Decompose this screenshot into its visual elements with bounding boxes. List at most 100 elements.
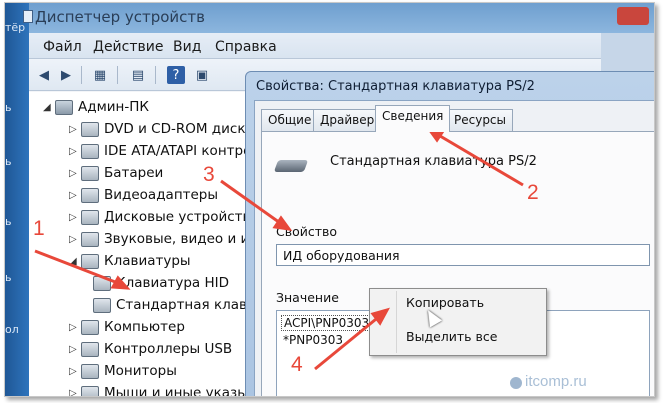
toolbar-separator	[155, 66, 156, 84]
properties-icon[interactable]: ▤	[129, 66, 147, 84]
property-label: Свойство	[276, 224, 338, 239]
tree-item[interactable]: ▷ Звуковые, видео и игр	[69, 228, 265, 250]
desktop-label: ь	[5, 215, 12, 228]
expand-arrow-icon[interactable]: ▷	[69, 366, 81, 377]
expand-arrow-icon[interactable]: ▷	[69, 146, 81, 157]
view-icon[interactable]: ▣	[193, 66, 211, 84]
tree-item-label: Клавиатура HID	[116, 275, 230, 291]
collapse-arrow-icon[interactable]: ◢	[69, 256, 81, 267]
tab-general[interactable]: Общие	[261, 109, 319, 131]
tree-item-label: Звуковые, видео и игр	[104, 231, 265, 247]
tree-item[interactable]: ▷ Видеоадаптеры	[69, 184, 218, 206]
property-select-value: ИД оборудования	[283, 248, 400, 263]
dvd-drive-icon	[81, 121, 99, 137]
computer-icon	[55, 99, 73, 115]
photo-frame: тёр ь ь ь ь ол Диспетчер устройств Файл …	[4, 2, 655, 397]
disk-drive-icon	[81, 209, 99, 225]
property-select[interactable]: ИД оборудования	[276, 244, 650, 266]
value-item[interactable]: *PNP0303	[283, 333, 343, 347]
tree-item[interactable]: ▷ DVD и CD-ROM дисково	[69, 118, 270, 140]
value-item[interactable]: ACPI\PNP0303	[281, 315, 373, 331]
watermark: itcomp.ru	[525, 373, 587, 390]
device-tree: ◢ Админ-ПК ▷ DVD и CD-ROM дисково ▷ IDE …	[29, 92, 270, 397]
annotation-number: 3	[203, 163, 215, 186]
expand-arrow-icon[interactable]: ▷	[69, 168, 81, 179]
details-panel: Стандартная клавиатура PS/2 Свойство ИД …	[261, 131, 654, 396]
context-menu: Копировать Выделить все	[369, 288, 547, 356]
tree-root[interactable]: ◢ Админ-ПК	[43, 96, 149, 118]
collapse-arrow-icon[interactable]: ◢	[43, 102, 55, 113]
desktop-label: ол	[5, 323, 19, 336]
tree-item[interactable]: ▷ Батареи	[69, 162, 163, 184]
device-name: Стандартная клавиатура PS/2	[330, 154, 537, 169]
tree-item[interactable]: Стандартная клави	[93, 294, 256, 316]
battery-icon	[81, 165, 99, 181]
display-adapter-icon	[81, 187, 99, 203]
toolbar-separator	[117, 66, 118, 84]
tree-item[interactable]: ▷ IDE ATA/ATAPI контро	[69, 140, 251, 162]
computer-icon	[81, 319, 99, 335]
back-icon[interactable]: ◀	[35, 66, 53, 84]
menu-action[interactable]: Действие	[93, 39, 163, 55]
sound-icon	[81, 231, 99, 247]
watermark-logo-icon	[510, 377, 522, 389]
tree-item-label: Батареи	[104, 165, 164, 181]
tree-item-label: Контроллеры USB	[104, 341, 233, 357]
desktop-strip	[5, 3, 29, 396]
annotation-number: 2	[527, 181, 539, 204]
expand-arrow-icon[interactable]: ▷	[69, 190, 81, 201]
toolbar-separator	[81, 66, 82, 84]
expand-arrow-icon[interactable]: ▷	[69, 344, 81, 355]
expand-arrow-icon[interactable]: ▷	[69, 322, 81, 333]
menu-help[interactable]: Справка	[215, 39, 277, 55]
tree-item-label: Дисковые устройства	[104, 209, 259, 225]
tree-item-label: IDE ATA/ATAPI контро	[104, 143, 252, 159]
expand-arrow-icon[interactable]: ▷	[69, 212, 81, 223]
window-titlebar: Диспетчер устройств	[23, 3, 654, 33]
tree-item-label: Компьютер	[104, 319, 185, 335]
tree-item[interactable]: ▷ Компьютер	[69, 316, 185, 338]
mouse-icon	[81, 385, 99, 396]
tab-details[interactable]: Сведения	[375, 105, 451, 132]
window-title: Диспетчер устройств	[35, 8, 206, 26]
keyboard-icon	[81, 253, 99, 269]
tree-item[interactable]: ▷ Мониторы	[69, 360, 177, 382]
tree-item[interactable]: ▷ Дисковые устройства	[69, 206, 259, 228]
tab-driver[interactable]: Драйвер	[313, 109, 382, 131]
tree-root-label: Админ-ПК	[78, 99, 149, 115]
menu-file[interactable]: Файл	[43, 39, 82, 55]
tree-icon[interactable]: ▦	[91, 66, 109, 84]
annotation-number: 1	[33, 217, 45, 240]
usb-icon	[81, 341, 99, 357]
keyboard-icon	[93, 275, 111, 291]
tab-resources[interactable]: Ресурсы	[447, 109, 514, 131]
menu-gutter	[396, 291, 397, 353]
expand-arrow-icon[interactable]: ▷	[69, 124, 81, 135]
tree-item-label: Стандартная клави	[116, 297, 256, 313]
ide-controller-icon	[81, 143, 99, 159]
menu-item-copy[interactable]: Копировать	[406, 295, 484, 310]
tree-item[interactable]: ▷ Мыши и иные указы	[69, 382, 248, 397]
help-icon[interactable]: ?	[167, 66, 185, 84]
expand-arrow-icon[interactable]: ▷	[69, 234, 81, 245]
tree-item[interactable]: ▷ Контроллеры USB	[69, 338, 232, 360]
tree-item-label: Видеоадаптеры	[104, 187, 219, 203]
tree-item-label: Мыши и иные указы	[104, 385, 248, 397]
desktop-label: ь	[5, 101, 12, 114]
keyboard-icon	[273, 160, 309, 172]
tree-item-label: Мониторы	[104, 363, 177, 379]
desktop-label: ь	[5, 155, 12, 168]
value-label: Значение	[276, 290, 339, 305]
menu-view[interactable]: Вид	[173, 39, 201, 55]
close-button[interactable]	[617, 7, 649, 25]
menu-item-select-all[interactable]: Выделить все	[406, 329, 497, 344]
expand-arrow-icon[interactable]: ▷	[69, 388, 81, 397]
forward-icon[interactable]: ▶	[57, 66, 75, 84]
tree-item[interactable]: ◢ Клавиатуры	[69, 250, 191, 272]
tree-item[interactable]: Клавиатура HID	[93, 272, 229, 294]
tree-item-label: Клавиатуры	[104, 253, 191, 269]
app-icon	[23, 10, 33, 23]
annotation-number: 4	[291, 353, 303, 376]
keyboard-icon	[93, 297, 111, 313]
desktop-label: ь	[5, 271, 12, 284]
